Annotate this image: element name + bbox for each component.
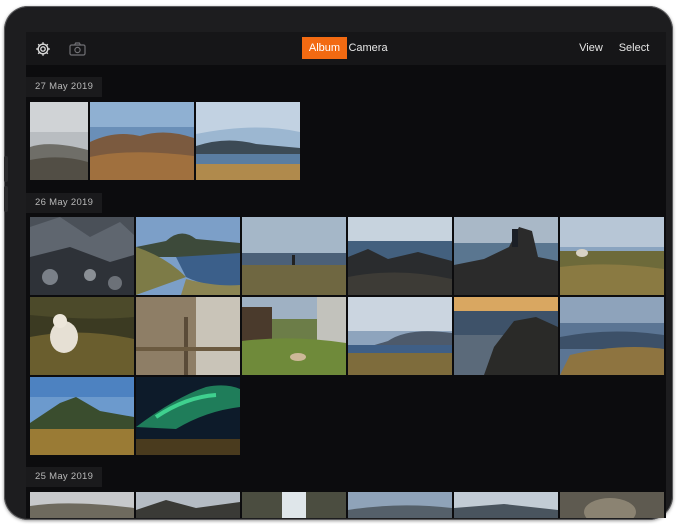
photo-thumbnail[interactable] xyxy=(560,217,664,295)
photo-thumbnail[interactable] xyxy=(560,492,664,518)
photo-thumbnail[interactable] xyxy=(30,217,134,295)
photo-thumbnail[interactable] xyxy=(348,217,452,295)
photo-thumbnail[interactable] xyxy=(242,217,346,295)
select-button[interactable]: Select xyxy=(616,37,652,59)
section-date-header: 25 May 2019 xyxy=(26,467,103,487)
top-toolbar: Album Camera View Select xyxy=(26,32,666,65)
photo-thumbnail[interactable] xyxy=(30,377,134,455)
ipad-frame: Album Camera View Select 27 May 2019 26 … xyxy=(4,6,673,520)
photo-thumbnail[interactable] xyxy=(136,492,240,518)
photo-thumbnail[interactable] xyxy=(196,102,300,180)
photo-thumbnail[interactable] xyxy=(348,297,452,375)
section-date-header: 27 May 2019 xyxy=(26,77,103,97)
photo-thumbnail[interactable] xyxy=(242,297,346,375)
photo-thumbnail[interactable] xyxy=(136,217,240,295)
app-screen: Album Camera View Select 27 May 2019 26 … xyxy=(26,32,666,518)
gear-icon[interactable] xyxy=(34,40,52,58)
volume-up-button xyxy=(4,156,8,182)
photo-thumbnail[interactable] xyxy=(30,102,88,180)
photo-thumbnail[interactable] xyxy=(90,102,194,180)
photo-thumbnail[interactable] xyxy=(348,492,452,518)
photo-thumbnail[interactable] xyxy=(242,492,346,518)
tab-album[interactable]: Album xyxy=(302,37,347,59)
camera-icon[interactable] xyxy=(68,40,86,58)
photo-thumbnail[interactable] xyxy=(30,492,134,518)
section-date-header: 26 May 2019 xyxy=(26,193,103,213)
photo-thumbnail[interactable] xyxy=(136,297,240,375)
photo-thumbnail[interactable] xyxy=(136,377,240,455)
volume-down-button xyxy=(4,186,8,212)
photo-thumbnail[interactable] xyxy=(454,492,558,518)
view-button[interactable]: View xyxy=(577,37,605,59)
photo-thumbnail[interactable] xyxy=(560,297,664,375)
photo-thumbnail[interactable] xyxy=(30,297,134,375)
tab-camera[interactable]: Camera xyxy=(347,37,389,59)
photo-thumbnail[interactable] xyxy=(454,217,558,295)
photo-thumbnail[interactable] xyxy=(454,297,558,375)
